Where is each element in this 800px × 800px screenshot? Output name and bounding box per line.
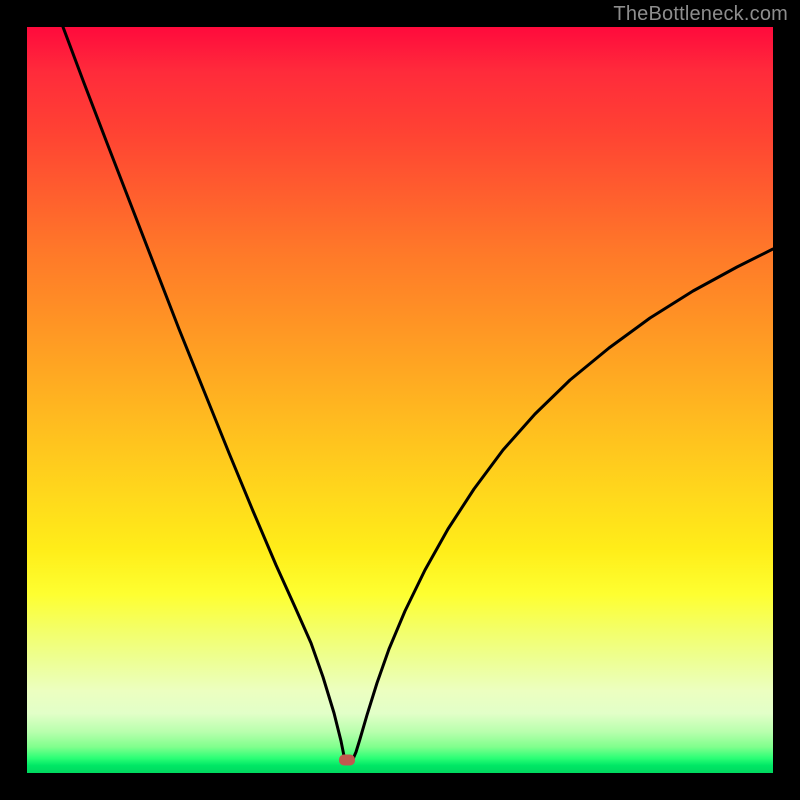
bottleneck-curve xyxy=(63,27,773,760)
chart-frame: TheBottleneck.com xyxy=(0,0,800,800)
curve-svg xyxy=(27,27,773,773)
plot-area xyxy=(27,27,773,773)
watermark-text: TheBottleneck.com xyxy=(613,3,788,26)
optimum-marker xyxy=(339,755,355,766)
